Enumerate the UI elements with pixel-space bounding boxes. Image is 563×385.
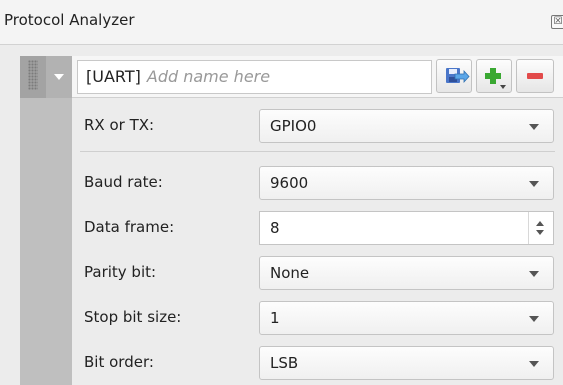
- data-frame-stepper[interactable]: 8: [259, 211, 554, 245]
- remove-decoder-button[interactable]: [516, 59, 554, 93]
- decoder-name-field[interactable]: [UART] Add name here: [77, 60, 432, 94]
- panel-title: Protocol Analyzer: [4, 11, 135, 29]
- bit-order-label: Bit order:: [84, 353, 154, 371]
- section-divider: [80, 151, 555, 152]
- save-button[interactable]: [436, 59, 472, 93]
- stop-bit-size-select[interactable]: 1: [259, 301, 554, 335]
- decrement-icon[interactable]: [536, 230, 544, 235]
- parity-bit-label: Parity bit:: [84, 263, 157, 281]
- bit-order-select[interactable]: LSB: [259, 346, 554, 380]
- baud-rate-value: 9600: [270, 174, 309, 192]
- bit-order-value: LSB: [270, 354, 299, 372]
- protocol-analyzer-panel: Protocol Analyzer ☒ [UART] Add name here: [0, 0, 563, 385]
- chevron-down-icon: [529, 271, 539, 277]
- increment-icon[interactable]: [536, 221, 544, 226]
- chevron-down-icon: [529, 316, 539, 322]
- add-decoder-button[interactable]: [476, 59, 512, 93]
- add-plus-icon: [485, 68, 506, 89]
- chevron-down-icon: [529, 361, 539, 367]
- data-frame-value: 8: [270, 219, 280, 237]
- stop-bit-size-label: Stop bit size:: [84, 308, 182, 326]
- decoder-type-tag: [UART]: [86, 67, 141, 86]
- decoder-gutter: [20, 56, 72, 385]
- rx-tx-select[interactable]: GPIO0: [259, 109, 554, 143]
- grip-dots-icon: [28, 60, 38, 90]
- save-icon: [446, 68, 470, 84]
- baud-rate-select[interactable]: 9600: [259, 166, 554, 200]
- chevron-down-icon: [54, 74, 64, 80]
- chevron-down-icon: [529, 181, 539, 187]
- close-icon[interactable]: ☒: [551, 15, 563, 29]
- parity-bit-value: None: [270, 264, 310, 282]
- name-placeholder: Add name here: [146, 67, 271, 86]
- chevron-down-icon: [529, 124, 539, 130]
- parity-bit-select[interactable]: None: [259, 256, 554, 290]
- stepper-controls[interactable]: [528, 212, 553, 244]
- drag-handle[interactable]: [20, 56, 46, 98]
- collapse-toggle[interactable]: [46, 56, 72, 98]
- data-frame-label: Data frame:: [84, 218, 175, 236]
- baud-rate-label: Baud rate:: [84, 173, 163, 191]
- stop-bit-size-value: 1: [270, 309, 280, 327]
- panel-titlebar: Protocol Analyzer ☒: [0, 0, 563, 45]
- rx-tx-value: GPIO0: [270, 117, 317, 135]
- remove-minus-icon: [527, 73, 543, 79]
- rx-tx-label: RX or TX:: [84, 116, 155, 134]
